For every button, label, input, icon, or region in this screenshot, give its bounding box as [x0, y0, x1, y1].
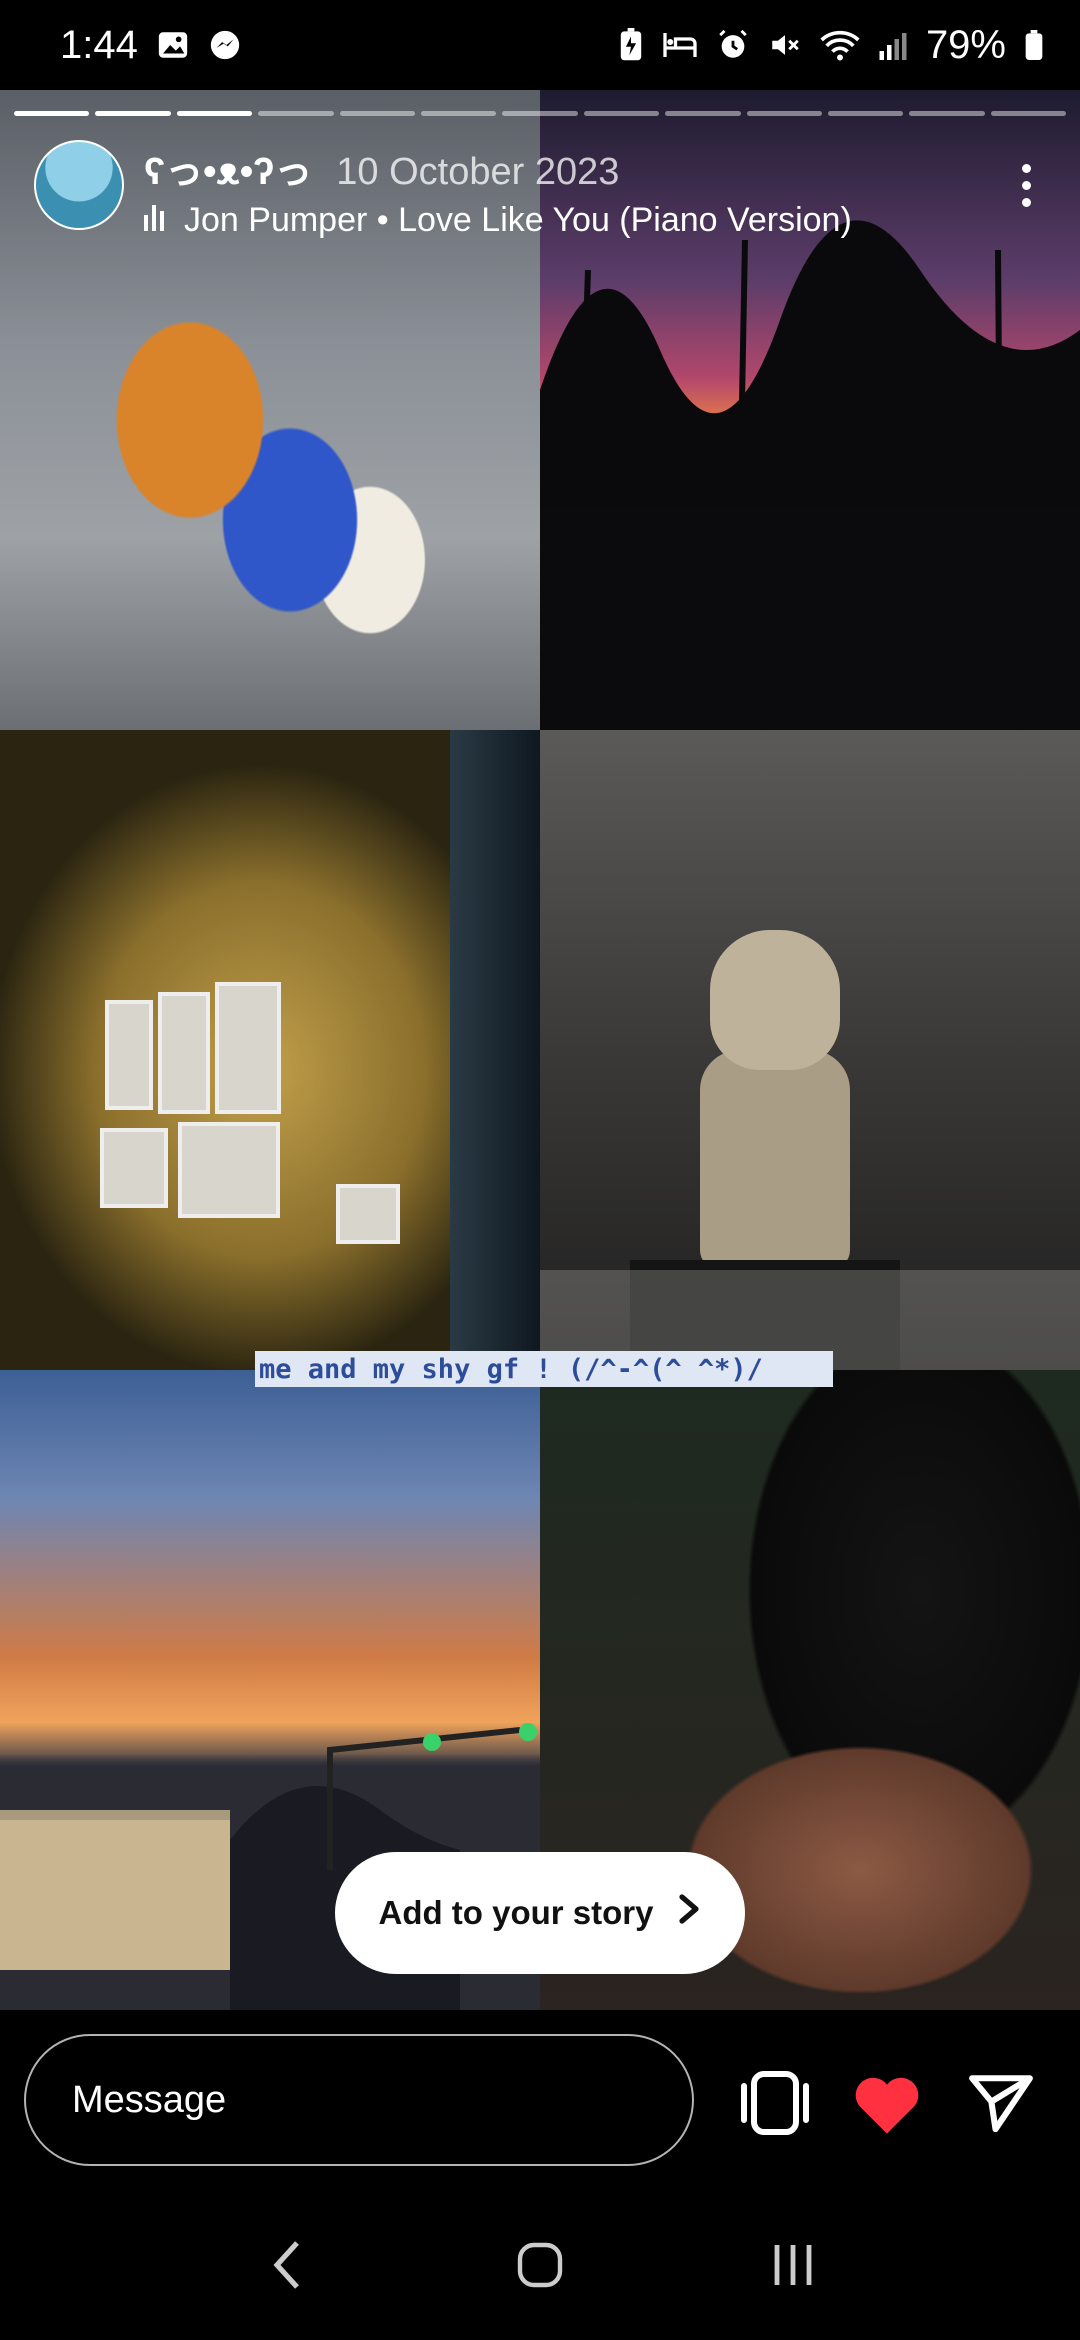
- status-left: 1:44: [60, 23, 242, 68]
- photo-gallery-wall: [0, 730, 540, 1370]
- bed-icon: [662, 30, 698, 60]
- story-caption: me and my shy gf ! (/^-^(^ ^*)/: [255, 1351, 833, 1387]
- avatar[interactable]: [34, 140, 124, 230]
- progress-segment: [665, 111, 741, 116]
- status-right: 79%: [618, 23, 1044, 68]
- story-progress: [14, 111, 1067, 116]
- progress-segment: [502, 111, 578, 116]
- wifi-icon: [820, 28, 860, 62]
- story-date: 10 October 2023: [336, 151, 620, 193]
- header-text: ʕっ•ᴥ•ʔっ 10 October 2023 Jon Pumper • Lov…: [144, 140, 1006, 240]
- story-frame-icon[interactable]: [740, 2068, 810, 2138]
- battery-percent: 79%: [925, 22, 1006, 67]
- send-icon[interactable]: [966, 2068, 1036, 2138]
- alarm-icon: [716, 28, 750, 62]
- message-field[interactable]: [24, 2034, 694, 2166]
- progress-segment: [990, 111, 1067, 116]
- music-bars-icon: [144, 201, 172, 240]
- message-input[interactable]: [70, 2077, 630, 2123]
- progress-segment: [95, 111, 171, 116]
- chevron-right-icon: [676, 1893, 702, 1933]
- more-icon: [1021, 163, 1031, 173]
- back-button[interactable]: [247, 2225, 327, 2305]
- story-header: ʕっ•ᴥ•ʔっ 10 October 2023 Jon Pumper • Lov…: [34, 140, 1046, 240]
- progress-segment: [827, 111, 904, 116]
- music-row[interactable]: Jon Pumper • Love Like You (Piano Versio…: [144, 201, 1006, 240]
- mute-icon: [768, 28, 802, 62]
- progress-segment: [14, 111, 90, 116]
- recents-button[interactable]: [753, 2225, 833, 2305]
- system-nav-bar: [0, 2190, 1080, 2340]
- add-to-story-button[interactable]: Add to your story: [335, 1852, 745, 1974]
- add-to-story-label: Add to your story: [378, 1894, 654, 1931]
- status-time: 1:44: [60, 22, 138, 67]
- story-viewer[interactable]: [0, 90, 1080, 2010]
- username[interactable]: ʕっ•ᴥ•ʔっ: [144, 140, 312, 195]
- progress-segment: [339, 111, 415, 116]
- progress-segment: [746, 111, 822, 116]
- messenger-icon: [208, 28, 242, 62]
- progress-segment: [176, 111, 253, 116]
- photo-clay-statue: [540, 730, 1080, 1370]
- status-bar: 1:44 79%: [0, 0, 1080, 90]
- progress-segment: [909, 111, 985, 116]
- home-button[interactable]: [500, 2225, 580, 2305]
- signal-icon: [878, 29, 908, 61]
- battery-icon: [1024, 28, 1044, 62]
- music-label: Jon Pumper • Love Like You (Piano Versio…: [184, 201, 852, 239]
- like-heart-icon[interactable]: [852, 2068, 922, 2138]
- progress-segment: [258, 111, 334, 116]
- gallery-icon: [156, 28, 190, 62]
- progress-segment: [420, 111, 497, 116]
- progress-segment: [583, 111, 660, 116]
- reply-bar: [0, 2010, 1080, 2190]
- more-options-button[interactable]: [1006, 140, 1046, 230]
- battery-saver-icon: [618, 28, 644, 62]
